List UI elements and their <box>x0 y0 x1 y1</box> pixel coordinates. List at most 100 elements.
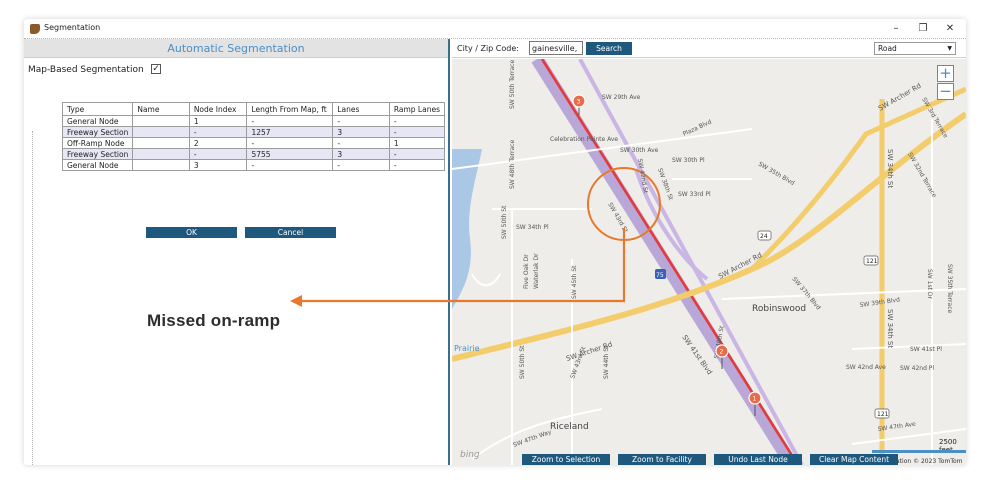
street-label: SW 33rd Pl <box>678 191 711 198</box>
street-label: Five Oak Dr <box>523 254 530 289</box>
cell-ramp-lanes[interactable]: - <box>388 126 446 138</box>
city-label: City / Zip Code: <box>457 44 519 53</box>
cell-node-index[interactable]: 3 <box>188 159 248 171</box>
table-row[interactable]: General Node 3 - - - <box>61 159 446 171</box>
close-button[interactable]: ✕ <box>940 21 960 37</box>
route-shield-label: 121 <box>866 258 878 265</box>
cell-node-index[interactable]: - <box>188 148 248 160</box>
cell-type[interactable]: Off-Ramp Node <box>61 137 134 149</box>
table-row[interactable]: Freeway Section - 5755 3 - <box>61 148 446 160</box>
cell-name[interactable] <box>132 137 190 149</box>
map-canvas[interactable]: SW 29th Ave Celebration Pointe Ave SW 30… <box>452 59 966 465</box>
street-label: SW 34th St <box>886 149 894 188</box>
marker-label: 3 <box>577 99 581 106</box>
street-label: SW 42nd Pl <box>900 365 934 372</box>
cell-type[interactable]: General Node <box>61 159 134 171</box>
route-shield-label: 121 <box>877 411 889 418</box>
marker-label: 1 <box>753 396 757 403</box>
street-label: SW 1st Dr <box>926 269 933 299</box>
street-label: SW 34th Pl <box>516 224 549 231</box>
street-label: SW 30th Ave <box>620 147 659 154</box>
street-label: SW 35th Terrace <box>946 264 953 313</box>
cell-length[interactable]: - <box>246 115 334 127</box>
minimize-button[interactable]: – <box>886 21 906 37</box>
maximize-button[interactable]: ❐ <box>913 21 933 37</box>
map-attribution: ation © 2023 TomTom <box>896 458 963 465</box>
map-toolbar: City / Zip Code: Search Road ▼ <box>452 39 966 58</box>
title-bar: Segmentation – ❐ ✕ <box>24 19 966 39</box>
table-header-row: Type Name Node Index Length From Map, ft… <box>61 102 446 116</box>
col-length: Length From Map, ft <box>246 102 334 116</box>
cell-type[interactable]: Freeway Section <box>61 148 134 160</box>
panel-title: Automatic Segmentation <box>24 39 448 58</box>
place-label: Riceland <box>550 422 589 432</box>
street-label: SW 44th St <box>603 345 610 379</box>
cancel-button[interactable]: Cancel <box>245 227 336 238</box>
cell-node-index[interactable]: 2 <box>188 137 248 149</box>
search-button[interactable]: Search <box>586 42 632 55</box>
cell-node-index[interactable]: - <box>188 126 248 138</box>
scale-bar <box>872 450 966 453</box>
map-based-checkbox[interactable]: ✓ <box>151 64 161 74</box>
col-type: Type <box>61 102 134 116</box>
street-label: SW 34th St <box>886 309 894 348</box>
panel-border <box>32 131 33 465</box>
bing-logo: bing <box>460 450 480 460</box>
map-view[interactable]: SW 29th Ave Celebration Pointe Ave SW 30… <box>452 59 966 465</box>
cell-length[interactable]: 5755 <box>246 148 334 160</box>
route-shield-label: 24 <box>760 233 768 240</box>
map-based-label: Map-Based Segmentation <box>28 65 144 75</box>
street-label: Waterlak Dr <box>533 253 540 289</box>
table-row[interactable]: Off-Ramp Node 2 - - 1 <box>61 137 446 149</box>
cell-name[interactable] <box>132 126 190 138</box>
col-lanes: Lanes <box>332 102 390 116</box>
cell-type[interactable]: Freeway Section <box>61 126 134 138</box>
chevron-down-icon: ▼ <box>947 45 952 52</box>
street-label: SW 41st Pl <box>910 346 942 353</box>
street-label: SW 45th St <box>571 265 578 299</box>
cell-name[interactable] <box>132 159 190 171</box>
cell-lanes[interactable]: 3 <box>332 126 390 138</box>
city-input[interactable] <box>529 41 583 55</box>
cell-lanes[interactable]: - <box>332 159 390 171</box>
cell-lanes[interactable]: - <box>332 115 390 127</box>
cell-length[interactable]: - <box>246 159 334 171</box>
map-style-value: Road <box>878 44 897 53</box>
cell-length[interactable]: - <box>246 137 334 149</box>
cell-name[interactable] <box>132 115 190 127</box>
street-label: SW 29th Ave <box>602 94 641 101</box>
marker-label: 2 <box>720 349 724 356</box>
cell-length[interactable]: 1257 <box>246 126 334 138</box>
undo-last-node-button[interactable]: Undo Last Node <box>714 454 802 465</box>
segment-table: Type Name Node Index Length From Map, ft… <box>61 102 446 171</box>
place-label: Prairie <box>454 344 480 353</box>
cell-ramp-lanes[interactable]: - <box>388 159 446 171</box>
street-label: SW 42nd Ave <box>846 364 886 371</box>
table-row[interactable]: General Node 1 - - - <box>61 115 446 127</box>
segmentation-window: Segmentation – ❐ ✕ Automatic Segmentatio… <box>24 19 966 465</box>
street-label: Celebration Pointe Ave <box>550 136 618 143</box>
cell-node-index[interactable]: 1 <box>188 115 248 127</box>
zoom-in-button[interactable]: + <box>937 65 954 82</box>
map-style-select[interactable]: Road ▼ <box>874 42 956 55</box>
cell-ramp-lanes[interactable]: - <box>388 148 446 160</box>
clear-map-content-button[interactable]: Clear Map Content <box>810 454 898 465</box>
street-label: SW 50th St <box>501 205 508 239</box>
cell-type[interactable]: General Node <box>61 115 134 127</box>
street-label: SW 50th St <box>519 345 526 379</box>
segmentation-panel: Automatic Segmentation Map-Based Segment… <box>24 39 450 465</box>
app-icon <box>30 24 40 34</box>
cell-ramp-lanes[interactable]: 1 <box>388 137 446 149</box>
cell-lanes[interactable]: - <box>332 137 390 149</box>
ok-button[interactable]: OK <box>146 227 237 238</box>
zoom-to-facility-button[interactable]: Zoom to Facility <box>618 454 706 465</box>
cell-lanes[interactable]: 3 <box>332 148 390 160</box>
col-name: Name <box>132 102 190 116</box>
zoom-out-button[interactable]: − <box>937 83 954 100</box>
interstate-shield-label: 75 <box>656 272 664 279</box>
zoom-to-selection-button[interactable]: Zoom to Selection <box>522 454 610 465</box>
cell-name[interactable] <box>132 148 190 160</box>
col-ramp-lanes: Ramp Lanes <box>388 102 446 116</box>
cell-ramp-lanes[interactable]: - <box>388 115 446 127</box>
table-row[interactable]: Freeway Section - 1257 3 - <box>61 126 446 138</box>
